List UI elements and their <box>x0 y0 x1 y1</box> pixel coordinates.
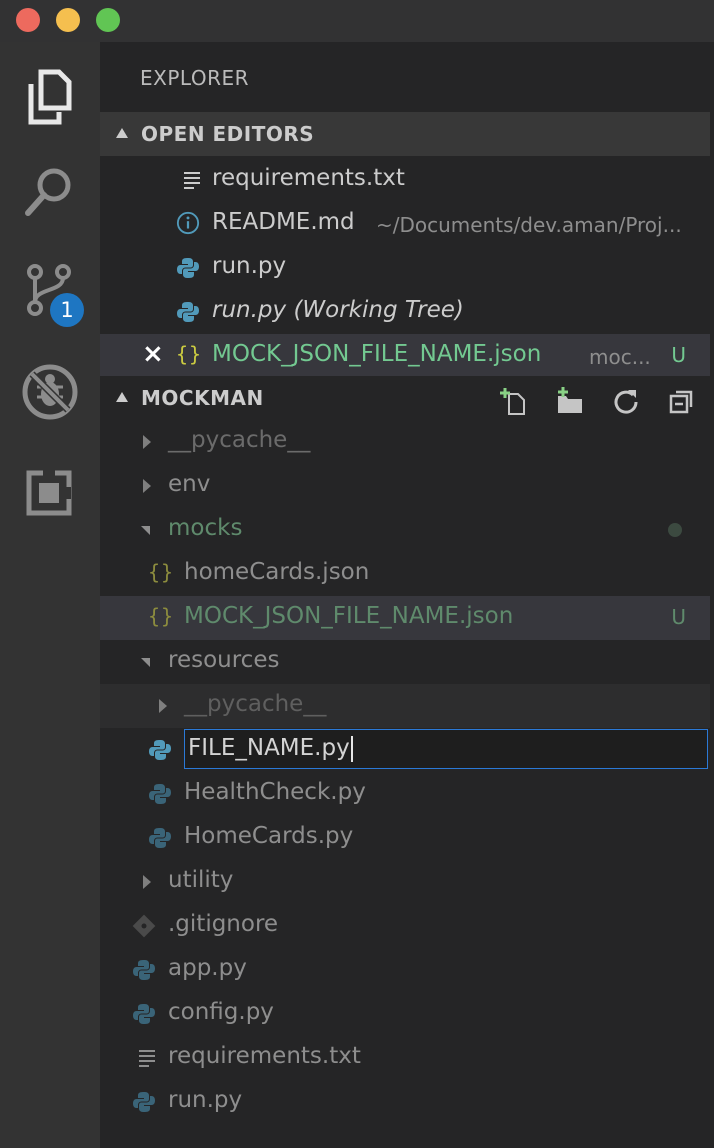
tree-label: requirements.txt <box>168 1043 361 1069</box>
open-editor-item[interactable]: run.py (Working Tree) <box>100 290 710 334</box>
python-icon <box>149 784 171 804</box>
python-icon <box>133 1092 155 1112</box>
untracked-status-badge: U <box>671 605 686 629</box>
tree-file[interactable]: {} homeCards.json <box>100 552 710 596</box>
scm-badge: 1 <box>50 293 84 327</box>
python-icon <box>149 740 171 760</box>
tree-label: mocks <box>168 515 243 541</box>
tree-label: HealthCheck.py <box>184 779 366 805</box>
open-editor-path: moc... <box>589 345 651 369</box>
open-editor-item[interactable]: requirements.txt <box>100 158 710 202</box>
debug-icon[interactable] <box>15 357 85 427</box>
text-file-icon <box>184 172 200 189</box>
text-file-icon <box>139 1050 155 1067</box>
python-icon <box>133 960 155 980</box>
tree-label: run.py <box>168 1087 243 1113</box>
info-icon <box>176 211 200 235</box>
tree-folder[interactable]: __pycache__ <box>100 684 710 728</box>
title-bar <box>0 0 714 42</box>
tree-file[interactable]: HomeCards.py <box>100 816 710 860</box>
tree-label: homeCards.json <box>184 559 370 585</box>
tree-label: __pycache__ <box>184 691 327 717</box>
tree-label: utility <box>168 867 234 893</box>
json-icon: {} <box>148 560 175 584</box>
tree-file[interactable]: HealthCheck.py <box>100 772 710 816</box>
tree-file[interactable]: {} MOCK_JSON_FILE_NAME.json U <box>100 596 710 640</box>
tree-label: __pycache__ <box>168 427 311 453</box>
python-icon <box>133 1004 155 1024</box>
modified-dot-icon <box>668 523 682 537</box>
chevron-down-icon <box>141 526 150 535</box>
collapse-caret-icon <box>116 392 128 402</box>
chevron-right-icon <box>143 435 151 449</box>
git-icon <box>132 914 156 938</box>
untracked-status-badge: U <box>671 343 686 367</box>
explorer-title: EXPLORER <box>140 66 249 90</box>
tree-label: resources <box>168 647 280 673</box>
project-name-label: MOCKMAN <box>141 386 264 410</box>
tree-file[interactable]: run.py <box>100 1080 710 1124</box>
open-editor-label: requirements.txt <box>212 165 405 191</box>
open-editor-item[interactable]: README.md ~/Documents/dev.aman/Proj... <box>100 202 710 246</box>
open-editor-item[interactable]: run.py <box>100 246 710 290</box>
activity-bar: 1 <box>0 42 100 1148</box>
python-icon <box>149 828 171 848</box>
tree-label: HomeCards.py <box>184 823 354 849</box>
collapse-caret-icon <box>116 128 128 138</box>
minimize-window-button[interactable] <box>56 8 80 32</box>
close-editor-icon[interactable]: × <box>142 339 164 369</box>
input-value: FILE_NAME.py <box>188 735 350 761</box>
tree-folder[interactable]: env <box>100 464 710 508</box>
chevron-right-icon <box>159 699 167 713</box>
open-editor-path: ~/Documents/dev.aman/Proj... <box>376 213 682 237</box>
open-editor-label: README.md <box>212 209 355 235</box>
files-icon[interactable] <box>15 62 85 132</box>
open-editors-label: OPEN EDITORS <box>141 122 315 146</box>
tree-label: .gitignore <box>168 911 279 937</box>
open-editors-header[interactable]: OPEN EDITORS <box>100 112 710 156</box>
tree-folder[interactable]: mocks <box>100 508 710 552</box>
json-icon: {} <box>148 604 175 628</box>
tree-label: env <box>168 471 211 497</box>
chevron-right-icon <box>143 479 151 493</box>
tree-file[interactable]: requirements.txt <box>100 1036 710 1080</box>
refresh-icon[interactable] <box>611 386 641 416</box>
python-icon <box>177 258 199 278</box>
new-file-icon[interactable] <box>499 386 529 416</box>
tree-folder[interactable]: utility <box>100 860 710 904</box>
tree-file[interactable]: .gitignore <box>100 904 710 948</box>
new-file-name-input[interactable]: FILE_NAME.py <box>184 729 708 769</box>
close-window-button[interactable] <box>16 8 40 32</box>
tree-folder[interactable]: __pycache__ <box>100 420 710 464</box>
collapse-all-icon[interactable] <box>667 386 697 416</box>
zoom-window-button[interactable] <box>96 8 120 32</box>
search-icon[interactable] <box>15 157 85 227</box>
chevron-right-icon <box>143 875 151 889</box>
python-icon <box>177 302 199 322</box>
tree-label: app.py <box>168 955 247 981</box>
tree-file[interactable]: config.py <box>100 992 710 1036</box>
text-cursor <box>350 735 353 762</box>
json-icon: {} <box>176 342 203 366</box>
tree-label: MOCK_JSON_FILE_NAME.json <box>184 603 514 629</box>
open-editor-label: run.py (Working Tree) <box>212 297 464 323</box>
open-editor-item-active[interactable]: × {} MOCK_JSON_FILE_NAME.json moc... U <box>100 334 710 378</box>
tree-folder[interactable]: resources <box>100 640 710 684</box>
open-editor-label: run.py <box>212 253 287 279</box>
extensions-icon[interactable] <box>15 457 85 527</box>
new-folder-icon[interactable] <box>555 386 585 416</box>
open-editor-label: MOCK_JSON_FILE_NAME.json <box>212 341 542 367</box>
tree-label: config.py <box>168 999 274 1025</box>
tree-file[interactable]: app.py <box>100 948 710 992</box>
chevron-down-icon <box>141 658 150 667</box>
